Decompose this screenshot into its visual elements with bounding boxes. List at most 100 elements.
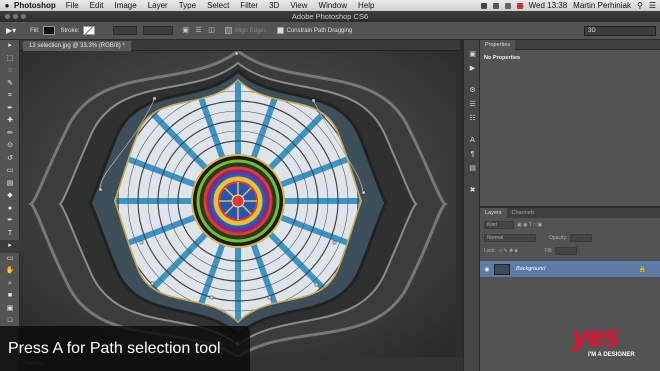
menu-select[interactable]: Select xyxy=(207,1,229,10)
blur-tool-icon[interactable]: ◆ xyxy=(0,190,20,203)
minimize-window-button[interactable] xyxy=(13,14,18,19)
brand-tagline: I'M A DESIGNER xyxy=(588,352,635,358)
layer-thumbnail xyxy=(494,263,510,275)
adjustments-icon[interactable]: ⚙ xyxy=(464,84,481,98)
brush-tool-icon[interactable]: ✏ xyxy=(0,128,20,141)
menu-view[interactable]: View xyxy=(290,1,307,10)
options-bar: ▶▾ Fill: Stroke: ▣ ☰ ◫ Align Edges Const… xyxy=(0,22,660,40)
constrain-path-checkbox[interactable] xyxy=(276,27,284,34)
fill-label: Fill: xyxy=(30,27,40,34)
dodge-tool-icon[interactable]: ● xyxy=(0,203,20,216)
hand-tool-icon[interactable]: ✋ xyxy=(0,265,20,278)
swatches-tool-icon[interactable]: ■ xyxy=(0,290,20,303)
eraser-tool-icon[interactable]: ▭ xyxy=(0,165,20,178)
path-selection-arrow-tool-icon[interactable]: ▸ xyxy=(0,240,20,253)
menu-bar: ● Photoshop File Edit Image Layer Type S… xyxy=(0,0,660,11)
constrain-path-label: Constrain Path Dragging xyxy=(286,27,353,34)
tab-channels[interactable]: Channels xyxy=(507,208,540,218)
workspace-switcher[interactable]: 3D xyxy=(584,26,656,36)
menu-help[interactable]: Help xyxy=(358,1,374,10)
path-selection-tool-icon[interactable]: ▸ xyxy=(0,40,20,53)
type-tool-icon[interactable]: T xyxy=(0,228,20,241)
properties-panel: Properties No Properties xyxy=(480,39,660,206)
align-edges-checkbox[interactable] xyxy=(224,27,232,34)
glyphs-icon[interactable]: ▤ xyxy=(464,162,481,176)
stroke-width-field[interactable] xyxy=(112,26,137,35)
tool-presets-icon[interactable]: ✖ xyxy=(464,184,481,198)
pen-tool-icon[interactable]: ✒ xyxy=(0,215,20,228)
actions-icon[interactable]: ▶ xyxy=(464,62,481,76)
menu-layer[interactable]: Layer xyxy=(148,1,168,10)
arrange-icon[interactable]: ◫ xyxy=(207,26,217,35)
combine-shapes-icon[interactable]: ▣ xyxy=(181,26,191,35)
blend-mode-label: Normal xyxy=(487,234,504,241)
quick-mask-tool-icon[interactable]: ▣ xyxy=(0,303,20,316)
fill-swatch[interactable] xyxy=(42,26,55,35)
blend-mode-dropdown[interactable]: Normal xyxy=(484,233,536,242)
wifi-icon[interactable] xyxy=(504,2,511,9)
filter-icons[interactable]: ▣ ◉ T □ ▣ xyxy=(517,222,542,228)
history-icon[interactable]: ▣ xyxy=(464,48,481,62)
lock-label: Lock: xyxy=(484,247,496,254)
eyedropper-tool-icon[interactable]: ✒ xyxy=(0,103,20,116)
clone-stamp-tool-icon[interactable]: ⊙ xyxy=(0,140,20,153)
tools-panel: ▸ ⬚ ◌ ✎ ⌗ ✒ ✚ ✏ ⊙ ↺ ▭ ▤ ◆ ● ✒ T ▸ ▭ ✋ ⌕ ■ ▣ □ xyxy=(0,40,20,371)
brush-presets-icon[interactable]: ☰ xyxy=(464,98,481,112)
status-icon[interactable] xyxy=(480,2,487,9)
lasso-tool-icon[interactable]: ◌ xyxy=(0,65,20,78)
filter-kind-dropdown[interactable]: Kind xyxy=(484,220,514,229)
menu-file[interactable]: File xyxy=(66,1,79,10)
stroke-swatch[interactable] xyxy=(82,26,95,35)
tool-preset-icon[interactable]: ▶▾ xyxy=(6,26,16,35)
menu-type[interactable]: Type xyxy=(179,1,196,10)
status-icon[interactable] xyxy=(492,2,499,9)
panel-dock: ▣ ▶ ⚙ ☰ ☷ A ¶ ▤ ✖ xyxy=(463,40,480,371)
flag-icon[interactable] xyxy=(516,2,523,9)
list-icon[interactable]: ☰ xyxy=(649,1,656,10)
clock[interactable]: Wed 13:38 xyxy=(529,1,568,10)
tab-layers[interactable]: Layers xyxy=(480,208,507,218)
vertical-scrollbar[interactable] xyxy=(456,51,463,357)
stroke-type-dropdown[interactable] xyxy=(142,26,173,35)
close-window-button[interactable] xyxy=(5,14,10,19)
menu-image[interactable]: Image xyxy=(114,1,136,10)
status-area: Wed 13:38 Martin Perhiniak ⚲ ☰ xyxy=(480,1,660,10)
stained-glass-image xyxy=(20,51,456,357)
fill-field[interactable] xyxy=(555,246,578,255)
gradient-tool-icon[interactable]: ▤ xyxy=(0,178,20,191)
shape-tool-icon[interactable]: ▭ xyxy=(0,253,20,266)
window-titlebar: Adobe Photoshop CS6 xyxy=(0,11,660,22)
app-menu[interactable]: Photoshop xyxy=(14,1,56,10)
zoom-tool-icon[interactable]: ⌕ xyxy=(0,278,20,291)
zoom-window-button[interactable] xyxy=(21,14,26,19)
marquee-tool-icon[interactable]: ⬚ xyxy=(0,53,20,66)
align-edges-label: Align Edges xyxy=(234,27,267,34)
eye-icon[interactable]: ◉ xyxy=(480,266,494,273)
crop-tool-icon[interactable]: ⌗ xyxy=(0,90,20,103)
healing-tool-icon[interactable]: ✚ xyxy=(0,115,20,128)
lock-icons[interactable]: □ ✎ ✚ ■ xyxy=(499,248,518,254)
menu-edit[interactable]: Edit xyxy=(90,1,104,10)
document-tab[interactable]: 13 selection.jpg @ 33.3% (RGB/8) * xyxy=(23,41,131,51)
history-brush-tool-icon[interactable]: ↺ xyxy=(0,153,20,166)
stroke-label: Stroke: xyxy=(60,27,80,34)
menu-window[interactable]: Window xyxy=(319,1,347,10)
apple-icon[interactable]: ● xyxy=(0,1,14,10)
layer-row-background[interactable]: ◉ Background 🔒 xyxy=(480,261,660,277)
tutorial-caption: Press A for Path selection tool xyxy=(0,326,250,371)
opacity-field[interactable] xyxy=(570,233,593,242)
window-title: Adobe Photoshop CS6 xyxy=(291,12,369,21)
menu-3d[interactable]: 3D xyxy=(269,1,279,10)
character-icon[interactable]: A xyxy=(464,134,481,148)
canvas[interactable] xyxy=(20,51,456,357)
search-icon[interactable]: ⚲ xyxy=(637,1,643,10)
user-name[interactable]: Martin Perhiniak xyxy=(573,1,631,10)
lock-icon: 🔒 xyxy=(638,266,646,273)
quick-select-tool-icon[interactable]: ✎ xyxy=(0,78,20,91)
menu-filter[interactable]: Filter xyxy=(240,1,258,10)
clone-source-icon[interactable]: ☷ xyxy=(464,112,481,126)
align-icon[interactable]: ☰ xyxy=(194,26,204,35)
paragraph-icon[interactable]: ¶ xyxy=(464,148,481,162)
tab-properties[interactable]: Properties xyxy=(480,39,516,50)
window-controls xyxy=(5,14,26,19)
